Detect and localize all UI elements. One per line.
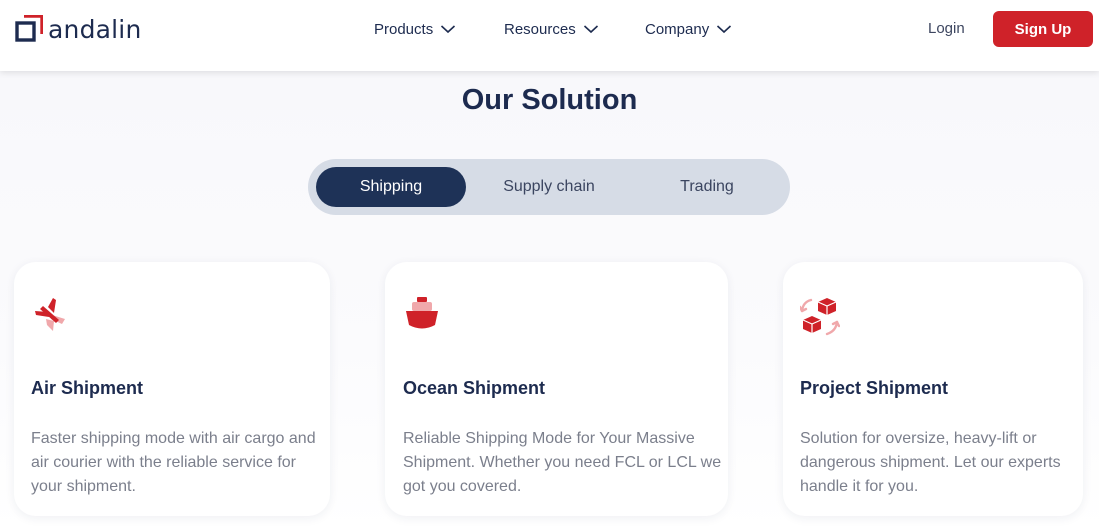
- page-title: Our Solution: [461, 84, 638, 116]
- sign-up-button[interactable]: Sign Up: [993, 11, 1093, 47]
- logo[interactable]: andalin: [15, 14, 142, 44]
- solution-tabs: Shipping Supply chain Trading: [308, 159, 790, 215]
- login-link[interactable]: Login: [928, 20, 965, 37]
- project-shipment-card[interactable]: Project Shipment Solution for oversize, …: [783, 262, 1083, 516]
- site-header: andalin Products Resources Company Login…: [0, 0, 1099, 71]
- ship-icon: [406, 297, 438, 329]
- chevron-down-icon: [717, 25, 732, 34]
- ocean-shipment-card[interactable]: Ocean Shipment Reliable Shipping Mode fo…: [385, 262, 728, 516]
- nav-company-label: Company: [645, 20, 710, 38]
- tab-supply-chain[interactable]: Supply chain: [474, 167, 624, 207]
- boxes-cycle-icon: [800, 298, 840, 336]
- chevron-down-icon: [583, 25, 598, 34]
- nav-products-label: Products: [374, 20, 434, 38]
- nav-products[interactable]: Products: [374, 19, 456, 39]
- card-title: Ocean Shipment: [403, 378, 546, 398]
- card-title: Project Shipment: [800, 378, 949, 398]
- logo-text: andalin: [48, 14, 142, 44]
- nav-company[interactable]: Company: [645, 19, 732, 39]
- nav-resources-label: Resources: [504, 20, 576, 38]
- chevron-down-icon: [441, 25, 456, 34]
- nav-resources[interactable]: Resources: [504, 19, 599, 39]
- card-description: Faster shipping mode with air cargo and …: [31, 430, 316, 495]
- airplane-icon: [35, 298, 65, 331]
- logo-mark-icon: [15, 15, 43, 42]
- card-description: Reliable Shipping Mode for Your Massive …: [403, 430, 722, 495]
- air-shipment-card[interactable]: Air Shipment Faster shipping mode with a…: [14, 262, 330, 516]
- card-description: Solution for oversize, heavy-lift or dan…: [800, 430, 1061, 495]
- card-title: Air Shipment: [31, 378, 144, 398]
- tab-trading[interactable]: Trading: [632, 167, 782, 207]
- tab-shipping[interactable]: Shipping: [316, 167, 466, 207]
